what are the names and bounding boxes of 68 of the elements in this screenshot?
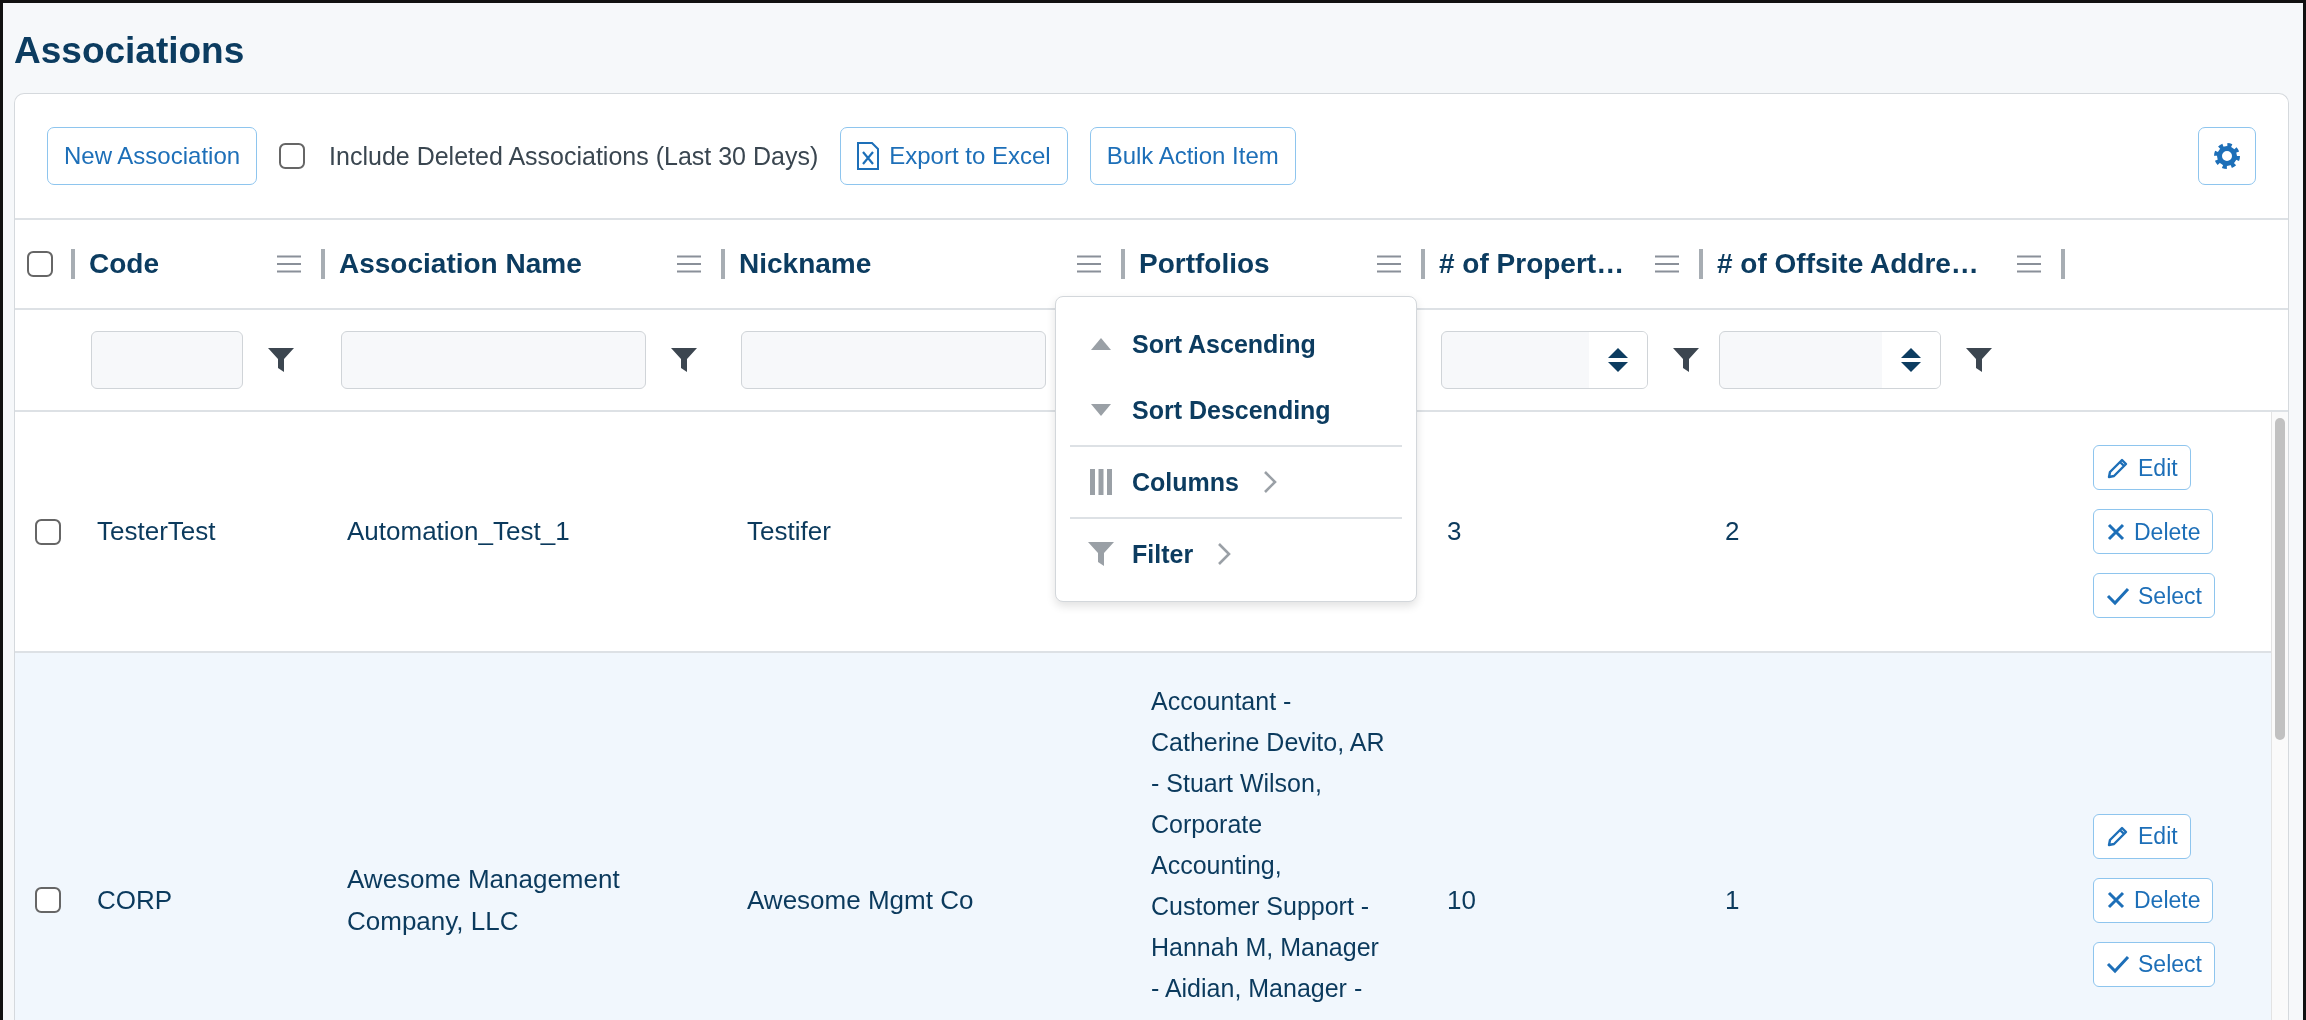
x-icon xyxy=(2106,890,2126,911)
toolbar-button[interactable]: Bulk Action Item xyxy=(1089,127,1296,186)
settings-icon xyxy=(2213,142,2241,171)
filter-icon[interactable] xyxy=(671,347,697,374)
column-header: Code xyxy=(88,247,160,282)
settings-button[interactable] xyxy=(2198,127,2256,186)
include-deleted-checkbox[interactable] xyxy=(279,143,306,170)
table-cell-text: Automation_Test_1 xyxy=(347,515,570,549)
x-icon xyxy=(2106,521,2126,542)
triangle-up-icon xyxy=(1091,338,1111,351)
column-menu-icon[interactable] xyxy=(677,255,701,274)
pencil-icon xyxy=(2106,824,2130,849)
filter-icon[interactable] xyxy=(1673,347,1699,374)
number-field[interactable] xyxy=(1441,331,1648,390)
delete-button[interactable]: Delete xyxy=(2093,877,2214,923)
column-header: # of Propert… xyxy=(1438,247,1626,282)
table-cell-text: 2 xyxy=(1725,515,1740,549)
menu-item[interactable]: Filter xyxy=(1070,521,1402,588)
menu-item[interactable]: Columns xyxy=(1070,449,1402,516)
column-header: Association Name xyxy=(338,247,583,282)
table-cell-text: 1 xyxy=(1725,883,1740,917)
spinner-icon[interactable] xyxy=(1900,347,1922,374)
filter-field[interactable] xyxy=(91,331,243,390)
toolbar-button[interactable]: New Association xyxy=(47,127,258,186)
table-cell-text: CORP xyxy=(97,883,173,917)
select-button[interactable]: Select xyxy=(2093,573,2215,619)
table-cell-text: Accountant - Catherine Devito, AR - Stuart Wilson, Corporate Accounting, Customer Support - Hannah M, Manager - Aidian, Manager - xyxy=(1151,686,1386,1005)
column-header: # of Offsite Addre… xyxy=(1716,247,1980,282)
spinner-icon[interactable] xyxy=(1607,347,1629,374)
triangle-down-icon xyxy=(1091,404,1111,417)
filter-field[interactable] xyxy=(341,331,646,390)
row-checkbox[interactable] xyxy=(35,887,61,914)
table-cell-text: Awesome Mgmt Co xyxy=(747,883,974,917)
page-title: Associations xyxy=(14,29,246,73)
chevron-right-icon xyxy=(1262,470,1277,495)
table-cell-text: Testifer xyxy=(747,515,831,549)
checkbox-label: Include Deleted Associations (Last 30 Days) xyxy=(329,140,819,172)
check-icon xyxy=(2106,954,2130,975)
filter-field[interactable] xyxy=(741,331,1046,390)
export-button[interactable]: Export to Excel xyxy=(840,127,1068,186)
edit-button[interactable]: Edit xyxy=(2093,445,2191,491)
check-icon xyxy=(2106,585,2130,606)
column-menu-icon[interactable] xyxy=(1077,255,1101,274)
delete-button[interactable]: Delete xyxy=(2093,509,2214,555)
select-button[interactable]: Select xyxy=(2093,941,2215,987)
select-all-checkbox[interactable] xyxy=(27,251,53,278)
scrollbar[interactable] xyxy=(2271,412,2288,1020)
spreadsheet-file-icon xyxy=(857,142,880,171)
chevron-right-icon xyxy=(1217,542,1232,567)
filter-icon xyxy=(1088,541,1114,568)
columns-icon xyxy=(1090,469,1112,496)
row-checkbox[interactable] xyxy=(35,518,61,545)
column-menu-icon[interactable] xyxy=(2017,255,2041,274)
menu-item[interactable]: Sort Ascending xyxy=(1070,311,1402,378)
filter-icon[interactable] xyxy=(268,347,294,374)
column-menu-icon[interactable] xyxy=(277,255,301,274)
scrollbar-thumb[interactable] xyxy=(2275,418,2285,741)
table-cell-text: 10 xyxy=(1447,883,1476,917)
filter-icon[interactable] xyxy=(1966,347,1992,374)
column-header: Portfolios xyxy=(1138,247,1271,282)
table-cell-text: Awesome Management Company, LLC xyxy=(347,862,621,939)
column-header: Nickname xyxy=(738,247,873,282)
number-field[interactable] xyxy=(1719,331,1941,390)
table-cell-text: 3 xyxy=(1447,515,1462,549)
table-cell-text: TesterTest xyxy=(97,515,216,549)
edit-button[interactable]: Edit xyxy=(2093,813,2191,859)
column-menu-icon[interactable] xyxy=(1655,255,1679,274)
column-menu-icon[interactable] xyxy=(1377,255,1401,274)
